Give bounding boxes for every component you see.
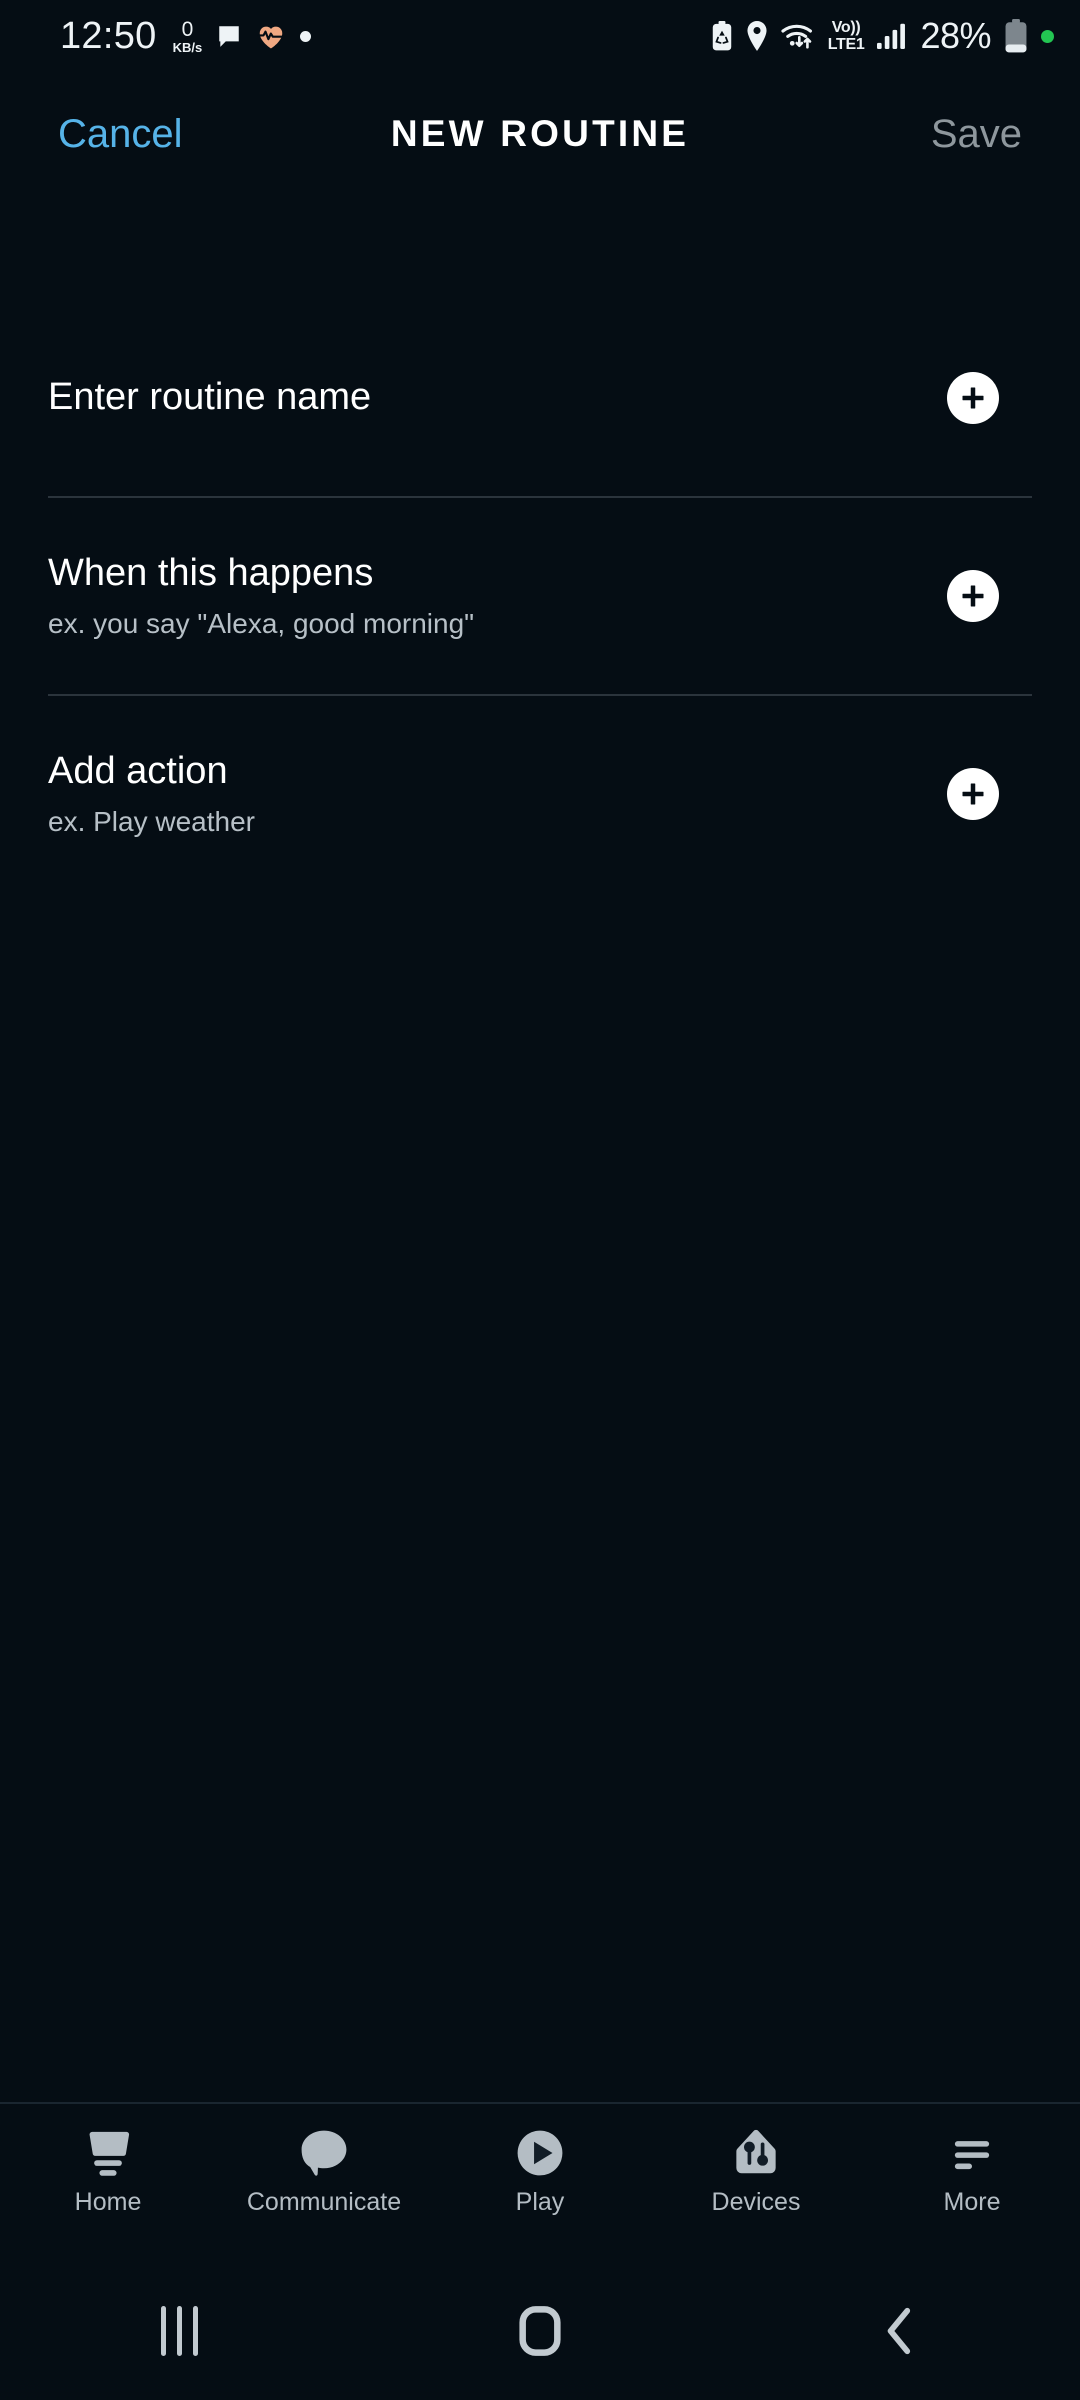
hamburger-menu-icon — [943, 2122, 1001, 2184]
volte-indicator: Vo)) LTE1 — [827, 18, 865, 53]
routine-name-label: Enter routine name — [48, 376, 372, 419]
nav-label-devices: Devices — [711, 2188, 801, 2216]
nav-label-play: Play — [515, 2188, 565, 2216]
phone-screen: 12:50 0 KB/s Vo)) LTE1 28% Cancel NEW RO… — [0, 0, 1080, 2400]
add-action-row[interactable]: Add action ex. Play weather — [0, 696, 1080, 892]
plus-icon — [962, 783, 984, 805]
plus-icon — [962, 387, 984, 409]
recent-apps-icon — [161, 2306, 199, 2356]
wifi-icon — [781, 21, 815, 51]
routine-name-texts: Enter routine name — [48, 376, 371, 420]
routine-name-row[interactable]: Enter routine name — [0, 300, 1080, 496]
play-circle-icon — [511, 2122, 569, 2184]
page-title: NEW ROUTINE — [390, 113, 690, 154]
add-trigger-button[interactable] — [947, 570, 999, 622]
status-bar-right: Vo)) LTE1 28% — [711, 15, 1054, 57]
system-navigation-bar — [0, 2262, 1080, 2400]
add-action-texts: Add action ex. Play weather — [48, 750, 255, 838]
nav-item-more[interactable]: More — [864, 2122, 1080, 2217]
when-this-happens-texts: When this happens ex. you say "Alexa, go… — [48, 552, 474, 640]
recent-apps-button[interactable] — [0, 2262, 360, 2400]
home-button[interactable] — [360, 2262, 720, 2400]
back-button[interactable] — [720, 2262, 1080, 2400]
nav-item-communicate[interactable]: Communicate — [216, 2122, 432, 2217]
add-action-hint: ex. Play weather — [48, 805, 255, 837]
status-bar-clock: 12:50 — [60, 14, 157, 57]
routine-form: Enter routine name When this happens ex.… — [0, 300, 1080, 892]
when-this-happens-hint: ex. you say "Alexa, good morning" — [48, 607, 475, 639]
app-header: Cancel NEW ROUTINE Save — [0, 96, 1080, 172]
network-speed-unit: KB/s — [172, 39, 203, 55]
home-button-icon — [519, 2306, 561, 2356]
back-chevron-icon — [887, 2307, 911, 2355]
nav-item-home[interactable]: Home — [0, 2122, 216, 2217]
nav-label-communicate: Communicate — [246, 2188, 402, 2216]
bottom-navigation-bar: Home Communicate Play Devices More — [0, 2102, 1080, 2262]
network-speed-indicator: 0 KB/s — [173, 19, 203, 54]
when-this-happens-label: When this happens — [48, 552, 374, 595]
heart-rate-icon — [256, 22, 286, 50]
speech-bubble-icon — [295, 2122, 353, 2184]
status-bar: 12:50 0 KB/s Vo)) LTE1 28% — [0, 0, 1080, 72]
add-action-label: Add action — [48, 750, 228, 793]
when-this-happens-row[interactable]: When this happens ex. you say "Alexa, go… — [0, 498, 1080, 694]
nav-item-devices[interactable]: Devices — [648, 2122, 864, 2217]
volte-label-top: Vo)) — [831, 18, 861, 36]
echo-speaker-icon — [79, 2122, 137, 2184]
nav-label-home: Home — [74, 2188, 142, 2216]
message-bubble-icon — [216, 23, 242, 49]
status-bar-left: 12:50 0 KB/s — [60, 14, 312, 58]
add-routine-name-button[interactable] — [947, 372, 999, 424]
battery-saver-icon — [711, 21, 733, 51]
home-devices-icon — [727, 2122, 785, 2184]
battery-icon — [1004, 19, 1028, 53]
battery-percent-label: 28% — [920, 15, 991, 56]
nav-item-play[interactable]: Play — [432, 2122, 648, 2217]
location-pin-icon — [746, 21, 768, 51]
add-action-button[interactable] — [947, 768, 999, 820]
green-status-dot-icon — [1041, 29, 1054, 43]
nav-label-more: More — [943, 2188, 1001, 2216]
notification-dot-icon — [300, 30, 312, 42]
volte-label-bottom: LTE1 — [827, 35, 865, 53]
cellular-signal-icon — [877, 23, 907, 49]
network-speed-value: 0 — [181, 17, 194, 41]
plus-icon — [962, 585, 984, 607]
